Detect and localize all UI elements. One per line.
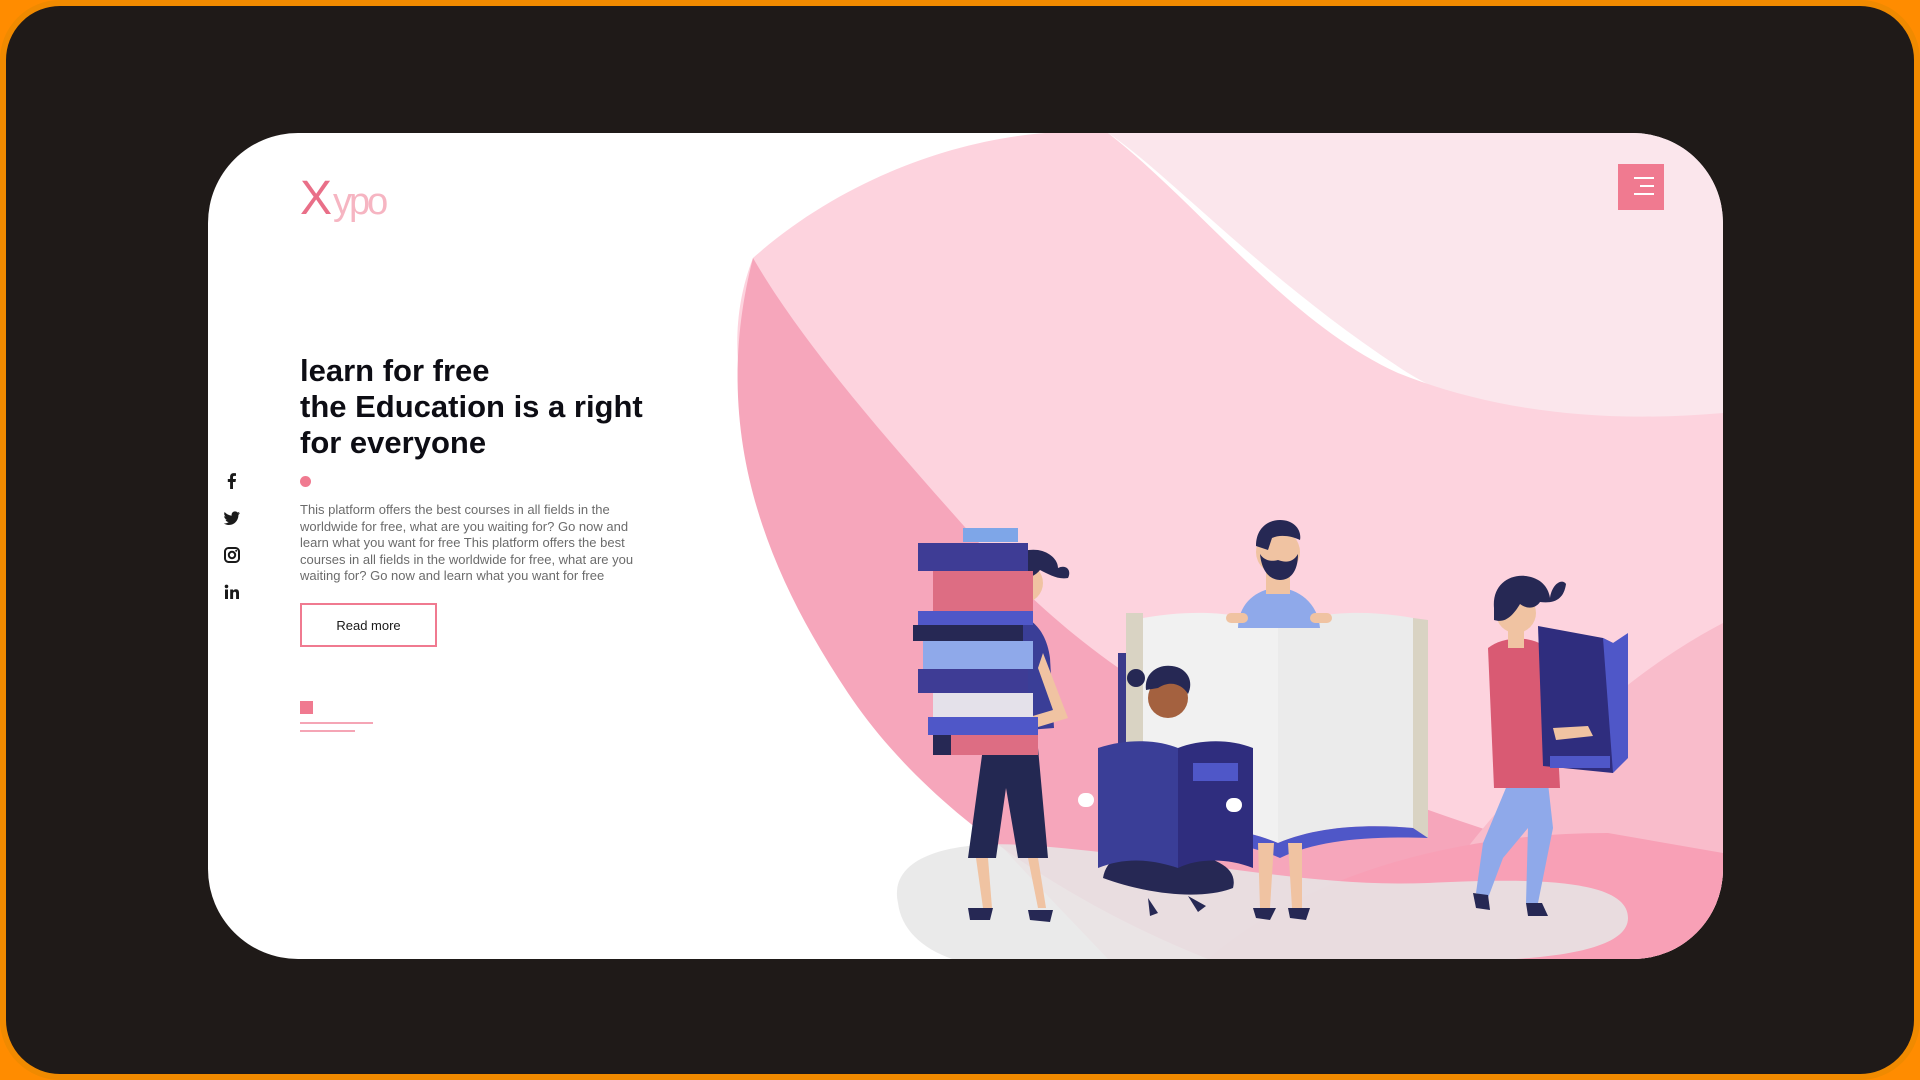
hero-description: This platform offers the best courses in… (300, 502, 634, 583)
brand-logo[interactable]: Xypo (300, 171, 388, 226)
twitter-icon[interactable] (222, 508, 242, 528)
instagram-icon[interactable] (222, 545, 242, 565)
read-more-button[interactable]: Read more (300, 603, 437, 647)
menu-button[interactable] (1618, 164, 1664, 210)
hero-title-line: learn for free (300, 353, 490, 388)
logo-wordmark: ypo (333, 181, 388, 223)
man-with-blue-book (1473, 575, 1628, 916)
screen-frame: Xypo learn for free the Education is a r… (0, 0, 1920, 1080)
hero-title: learn for free the Education is a right … (300, 353, 700, 461)
people-reading-illustration (896, 520, 1628, 959)
linkedin-icon[interactable] (222, 582, 242, 602)
social-links (222, 471, 242, 619)
hamburger-menu-icon (1634, 177, 1654, 179)
facebook-icon[interactable] (222, 471, 242, 491)
slide-line[interactable] (300, 730, 355, 732)
landing-page-card: Xypo learn for free the Education is a r… (208, 133, 1723, 959)
hero-title-line: the Education is a right (300, 389, 643, 424)
slide-active-square[interactable] (300, 701, 313, 714)
accent-dot (300, 476, 311, 487)
logo-mark: X (300, 172, 332, 225)
slide-line[interactable] (300, 722, 373, 724)
slider-indicator[interactable] (300, 701, 373, 732)
hero-title-line: for everyone (300, 425, 487, 460)
